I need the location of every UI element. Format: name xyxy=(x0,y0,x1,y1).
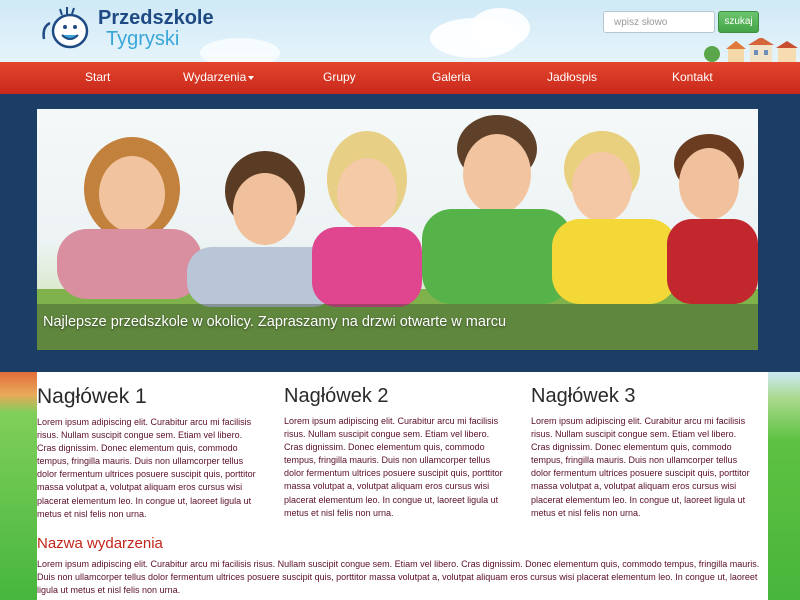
cloud-decoration xyxy=(470,8,530,48)
nav-item-grupy[interactable]: Grupy xyxy=(323,62,356,94)
hero-caption: Najlepsze przedszkole w okolicy. Zaprasz… xyxy=(37,304,758,350)
left-decoration xyxy=(0,372,37,600)
content-column-2: Nagłówek 2 Lorem ipsum adipiscing elit. … xyxy=(284,385,509,520)
column-heading: Nagłówek 2 xyxy=(284,385,389,407)
column-heading: Nagłówek 1 xyxy=(37,385,147,408)
site-logo[interactable]: Przedszkole Tygryski xyxy=(40,5,214,51)
smiley-face-icon xyxy=(40,5,92,51)
search-input[interactable] xyxy=(603,11,715,33)
column-heading: Nagłówek 3 xyxy=(531,385,636,407)
nav-item-start[interactable]: Start xyxy=(85,62,110,94)
event-title[interactable]: Nazwa wydarzenia xyxy=(37,535,163,552)
hero-slider[interactable]: Najlepsze przedszkole w okolicy. Zaprasz… xyxy=(37,109,758,350)
logo-subtitle: Tygryski xyxy=(106,27,180,50)
main-navigation: Start Wydarzenia Grupy Galeria Jadłospis… xyxy=(0,62,800,94)
hero-caption-text: Najlepsze przedszkole w okolicy. Zaprasz… xyxy=(43,314,507,330)
nav-item-wydarzenia[interactable]: Wydarzenia xyxy=(183,62,255,94)
content-column-1: Nagłówek 1 Lorem ipsum adipiscing elit. … xyxy=(37,385,262,521)
column-text: Lorem ipsum adipiscing elit. Curabitur a… xyxy=(37,417,256,519)
nav-item-kontakt[interactable]: Kontakt xyxy=(672,62,713,94)
nav-item-jadlospis[interactable]: Jadłospis xyxy=(547,62,597,94)
caret-down-icon xyxy=(248,75,255,80)
right-decoration xyxy=(768,372,800,600)
search-button[interactable]: szukaj xyxy=(718,11,759,33)
site-header: Przedszkole Tygryski szukaj xyxy=(0,0,800,62)
logo-title: Przedszkole xyxy=(98,6,214,29)
nav-item-galeria[interactable]: Galeria xyxy=(432,62,471,94)
event-text: Lorem ipsum adipiscing elit. Curabitur a… xyxy=(37,559,760,596)
content-column-3: Nagłówek 3 Lorem ipsum adipiscing elit. … xyxy=(531,385,756,520)
village-illustration xyxy=(700,37,800,62)
column-text: Lorem ipsum adipiscing elit. Curabitur a… xyxy=(284,416,503,518)
column-text: Lorem ipsum adipiscing elit. Curabitur a… xyxy=(531,416,750,518)
